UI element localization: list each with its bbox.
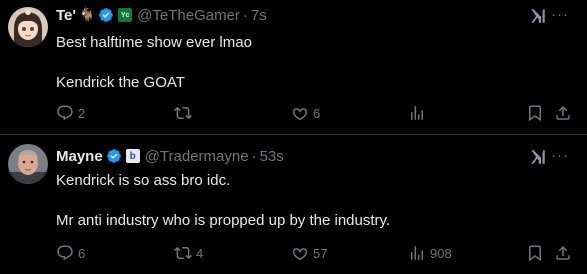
affiliate-badge[interactable]: b <box>125 149 140 163</box>
verified-badge-icon[interactable] <box>98 7 114 23</box>
reply-icon <box>57 245 73 261</box>
avatar[interactable] <box>8 144 48 184</box>
tweet-text: Kendrick is so ass bro idc. Mr anti indu… <box>56 172 391 229</box>
affiliate-badge[interactable]: Yc <box>118 8 133 22</box>
reply-count: 6 <box>78 245 86 261</box>
grok-icon[interactable] <box>529 148 547 166</box>
share-icon <box>556 105 570 120</box>
verified-badge-icon[interactable] <box>106 148 122 164</box>
bookmark-button[interactable] <box>526 103 544 123</box>
grok-icon[interactable] <box>529 7 547 25</box>
analytics-icon <box>411 246 423 260</box>
reply-button[interactable]: 6 <box>56 243 85 263</box>
reply-count: 2 <box>78 105 86 121</box>
tweet[interactable]: Mayne b @Tradermayne · 53s ··· Kendrick … <box>0 135 587 274</box>
reply-icon <box>57 105 73 121</box>
share-button[interactable] <box>554 243 572 263</box>
profile-photo-image <box>8 144 48 184</box>
tweet-text: Best halftime show ever lmao Kendrick th… <box>56 34 252 91</box>
share-button[interactable] <box>554 103 572 123</box>
view-count: 908 <box>430 245 452 261</box>
tweet[interactable]: Te' 🐐 Yc @TeTheGamer · 7s ··· Best halft… <box>0 0 587 134</box>
more-options-icon[interactable]: ··· <box>551 6 569 24</box>
user-handle[interactable]: @TeTheGamer <box>137 7 240 24</box>
like-count: 6 <box>313 105 321 121</box>
retweet-count: 4 <box>196 245 204 261</box>
display-name[interactable]: Mayne <box>56 148 103 165</box>
separator-dot: · <box>242 6 248 24</box>
analytics-icon <box>411 106 423 120</box>
like-count: 57 <box>313 245 328 261</box>
share-icon <box>556 245 570 260</box>
heart-icon <box>292 108 308 121</box>
heart-icon <box>292 248 308 261</box>
tweet-header: Mayne b @Tradermayne · 53s <box>56 146 284 166</box>
views-button[interactable]: 908 <box>408 243 452 263</box>
bookmark-icon <box>529 105 541 122</box>
goat-emoji: 🐐 <box>78 7 96 22</box>
retweet-button[interactable]: 4 <box>174 243 203 263</box>
like-button[interactable]: 6 <box>291 103 320 123</box>
anime-avatar-image <box>8 7 48 47</box>
like-button[interactable]: 57 <box>291 243 327 263</box>
tweet-actions: 6 4 57 908 <box>56 243 576 263</box>
display-name[interactable]: Te' <box>56 7 76 24</box>
retweet-icon <box>174 106 192 120</box>
timestamp[interactable]: 7s <box>251 7 267 24</box>
reply-button[interactable]: 2 <box>56 103 85 123</box>
tweet-actions: 2 6 <box>56 103 576 123</box>
tweet-header: Te' 🐐 Yc @TeTheGamer · 7s <box>56 5 267 25</box>
more-options-icon[interactable]: ··· <box>551 147 569 165</box>
retweet-button[interactable] <box>174 103 196 123</box>
avatar[interactable] <box>8 7 48 47</box>
user-handle[interactable]: @Tradermayne <box>145 148 249 165</box>
retweet-icon <box>174 246 192 260</box>
separator-dot: · <box>251 147 257 165</box>
bookmark-button[interactable] <box>526 243 544 263</box>
bookmark-icon <box>529 245 541 262</box>
views-button[interactable] <box>408 103 430 123</box>
timestamp[interactable]: 53s <box>260 148 284 165</box>
